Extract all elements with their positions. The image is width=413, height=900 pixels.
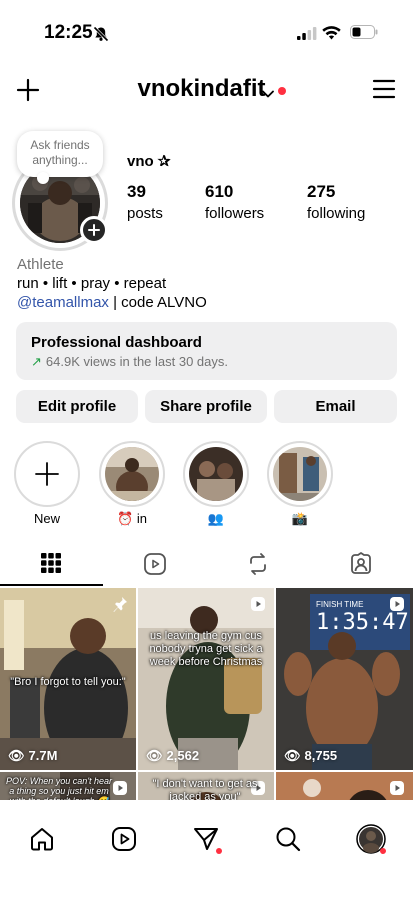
grid-post[interactable] xyxy=(276,772,413,800)
profile-tabs xyxy=(0,546,413,586)
stat-followers[interactable]: 610 followers xyxy=(205,182,264,222)
note-bubble[interactable]: Ask friends anything... xyxy=(17,131,103,184)
post-caption: us leaving the gym cus nobody tryna get … xyxy=(149,630,263,668)
reel-icon xyxy=(389,780,405,800)
direct-messages-icon[interactable] xyxy=(193,826,219,857)
status-time: 12:25 xyxy=(44,22,93,43)
highlight-cover xyxy=(189,447,243,501)
eye-icon: 👁 xyxy=(146,748,163,763)
notification-dot xyxy=(216,848,222,854)
notification-dot xyxy=(380,848,386,854)
share-profile-button[interactable]: Share profile xyxy=(145,390,267,423)
hamburger-menu-icon[interactable] xyxy=(372,79,396,104)
reel-icon xyxy=(112,780,128,800)
bio-code: | code ALVNO xyxy=(108,294,207,311)
highlight-label: 👥 xyxy=(207,511,225,526)
view-count: 👁 7.7M xyxy=(8,748,58,763)
stat-value: 275 xyxy=(307,182,336,201)
grid-post[interactable]: "Bro I forgot to tell you:" 👁 7.7M xyxy=(0,588,136,770)
reel-icon xyxy=(250,596,266,617)
stat-value: 39 xyxy=(127,182,146,201)
stat-posts[interactable]: 39 posts xyxy=(127,182,163,222)
repost-icon xyxy=(250,553,266,575)
grid-post[interactable]: FINISH TIME 1:35:47 👁 8,755 xyxy=(276,588,413,770)
reels-icon xyxy=(144,553,166,575)
search-icon[interactable] xyxy=(275,826,301,857)
view-count: 👁 2,562 xyxy=(146,748,200,763)
stat-following[interactable]: 275 following xyxy=(307,182,365,222)
stat-label: posts xyxy=(127,205,163,222)
chevron-down-icon[interactable] xyxy=(262,85,274,103)
username-title[interactable]: vnokindafit xyxy=(0,75,413,103)
trend-up-icon: ↗ xyxy=(31,354,42,369)
highlight-label: New xyxy=(33,511,60,526)
eye-icon: 👁 xyxy=(284,748,301,763)
grid-post[interactable]: "I don't want to get as jacked as you" xyxy=(138,772,274,800)
highlight-label: ⏰ in xyxy=(117,511,147,526)
tab-reposts[interactable] xyxy=(206,546,309,586)
post-caption: POV: When you can't hear a thing so you … xyxy=(5,776,113,800)
grid-icon xyxy=(41,553,61,573)
display-name: vno ✰ xyxy=(127,153,171,170)
dashboard-title: Professional dashboard xyxy=(31,334,202,351)
pin-icon xyxy=(112,596,128,617)
notification-dot xyxy=(278,87,286,95)
edit-profile-button[interactable]: Edit profile xyxy=(16,390,138,423)
bell-muted-icon xyxy=(93,26,109,47)
email-button[interactable]: Email xyxy=(274,390,397,423)
reels-icon[interactable] xyxy=(111,826,137,857)
post-caption: FINISH TIME xyxy=(316,600,364,609)
tagged-person-icon xyxy=(351,552,371,574)
post-caption: "I don't want to get as jacked as you" xyxy=(152,778,258,800)
status-bar: 12:25 xyxy=(0,0,413,60)
profile-bio: Athlete run • lift • pray • repeat @team… xyxy=(17,255,207,312)
stat-label: followers xyxy=(205,205,265,222)
plus-icon xyxy=(35,462,59,486)
add-story-button[interactable] xyxy=(80,216,108,244)
battery-icon xyxy=(350,25,378,44)
tab-tagged[interactable] xyxy=(309,546,412,586)
highlight-cover xyxy=(105,447,159,501)
posts-grid: "Bro I forgot to tell you:" 👁 7.7M us lea… xyxy=(0,588,413,800)
post-timer: 1:35:47 xyxy=(316,610,409,635)
highlight-label: 📸 xyxy=(291,511,309,526)
bottom-nav xyxy=(0,806,413,900)
bio-text: run • lift • pray • repeat xyxy=(17,275,167,292)
highlight-item[interactable]: 👥 xyxy=(183,441,249,527)
category-label: Athlete xyxy=(17,256,64,273)
wifi-icon xyxy=(322,26,341,45)
stat-label: following xyxy=(307,205,366,222)
stat-value: 610 xyxy=(205,182,234,201)
professional-dashboard[interactable]: Professional dashboard ↗ 64.9K views in t… xyxy=(16,322,397,380)
home-icon[interactable] xyxy=(29,826,55,857)
bio-mention-link[interactable]: @teamallmax xyxy=(17,294,109,311)
tab-reels[interactable] xyxy=(103,546,206,586)
highlight-item[interactable]: 📸 xyxy=(267,441,333,527)
profile-header: vnokindafit xyxy=(0,70,413,110)
dashboard-subtitle: 64.9K views in the last 30 days. xyxy=(45,354,229,369)
tab-posts-grid[interactable] xyxy=(0,546,103,586)
eye-icon: 👁 xyxy=(8,748,25,763)
post-caption: "Bro I forgot to tell you:" xyxy=(10,676,126,688)
view-count: 👁 8,755 xyxy=(284,748,338,763)
grid-post[interactable]: POV: When you can't hear a thing so you … xyxy=(0,772,136,800)
highlight-item[interactable]: ⏰ in xyxy=(99,441,165,527)
cellular-signal-icon xyxy=(297,27,317,45)
grid-post[interactable]: us leaving the gym cus nobody tryna get … xyxy=(138,588,274,770)
highlight-cover xyxy=(273,447,327,501)
highlight-new[interactable]: New xyxy=(14,441,80,526)
